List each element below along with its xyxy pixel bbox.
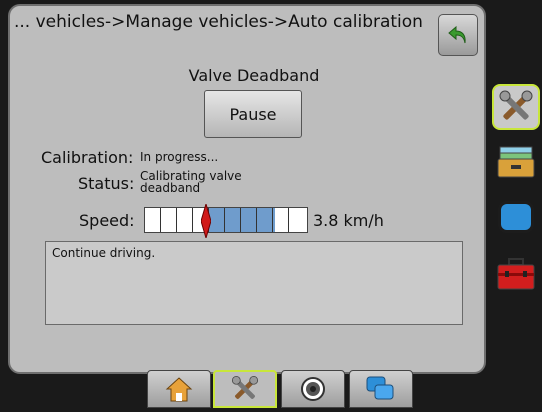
back-button[interactable]	[438, 14, 478, 56]
bottom-tab-windows[interactable]	[349, 370, 413, 408]
gauge-icon	[301, 377, 325, 401]
speed-gauge	[144, 204, 308, 238]
screen-frame: ... vehicles->Manage vehicles->Auto cali…	[0, 0, 542, 412]
speed-fill	[207, 208, 275, 232]
back-arrow-icon	[448, 25, 466, 44]
bottom-tab-gauge[interactable]	[281, 370, 345, 408]
message-text: Continue driving.	[52, 246, 156, 260]
speed-tick	[272, 208, 273, 232]
speed-tick	[224, 208, 225, 232]
side-tab-toolbox[interactable]	[492, 250, 540, 296]
tools-icon	[499, 90, 533, 120]
side-tab-tools[interactable]	[492, 84, 540, 130]
console-icon	[498, 201, 534, 233]
status-value-line2: deadband	[140, 181, 201, 195]
status-label: Status:	[78, 174, 135, 193]
speed-needle-icon	[201, 204, 211, 238]
speed-tick	[176, 208, 177, 232]
speed-tick	[240, 208, 241, 232]
calibration-heading: Valve Deadband	[188, 66, 320, 85]
bottom-tab-tools[interactable]	[213, 370, 277, 408]
speed-value: 3.8 km/h	[313, 211, 384, 230]
breadcrumb: ... vehicles->Manage vehicles->Auto cali…	[14, 12, 423, 32]
bottom-tab-home[interactable]	[147, 370, 211, 408]
speed-tick	[192, 208, 193, 232]
side-tab-console[interactable]	[492, 194, 540, 240]
calibration-value: In progress...	[140, 150, 219, 164]
pause-button[interactable]: Pause	[204, 90, 302, 138]
speed-tick	[256, 208, 257, 232]
toolbox-icon	[497, 258, 535, 290]
speed-tick	[160, 208, 161, 232]
home-icon	[165, 377, 193, 402]
message-box: Continue driving.	[45, 241, 463, 325]
side-tab-storage[interactable]	[492, 138, 540, 184]
speed-label: Speed:	[79, 211, 135, 230]
storage-icon	[497, 146, 535, 178]
windows-icon	[366, 376, 394, 400]
calibration-label: Calibration:	[41, 148, 134, 167]
tools-icon	[231, 375, 259, 399]
speed-tick	[288, 208, 289, 232]
